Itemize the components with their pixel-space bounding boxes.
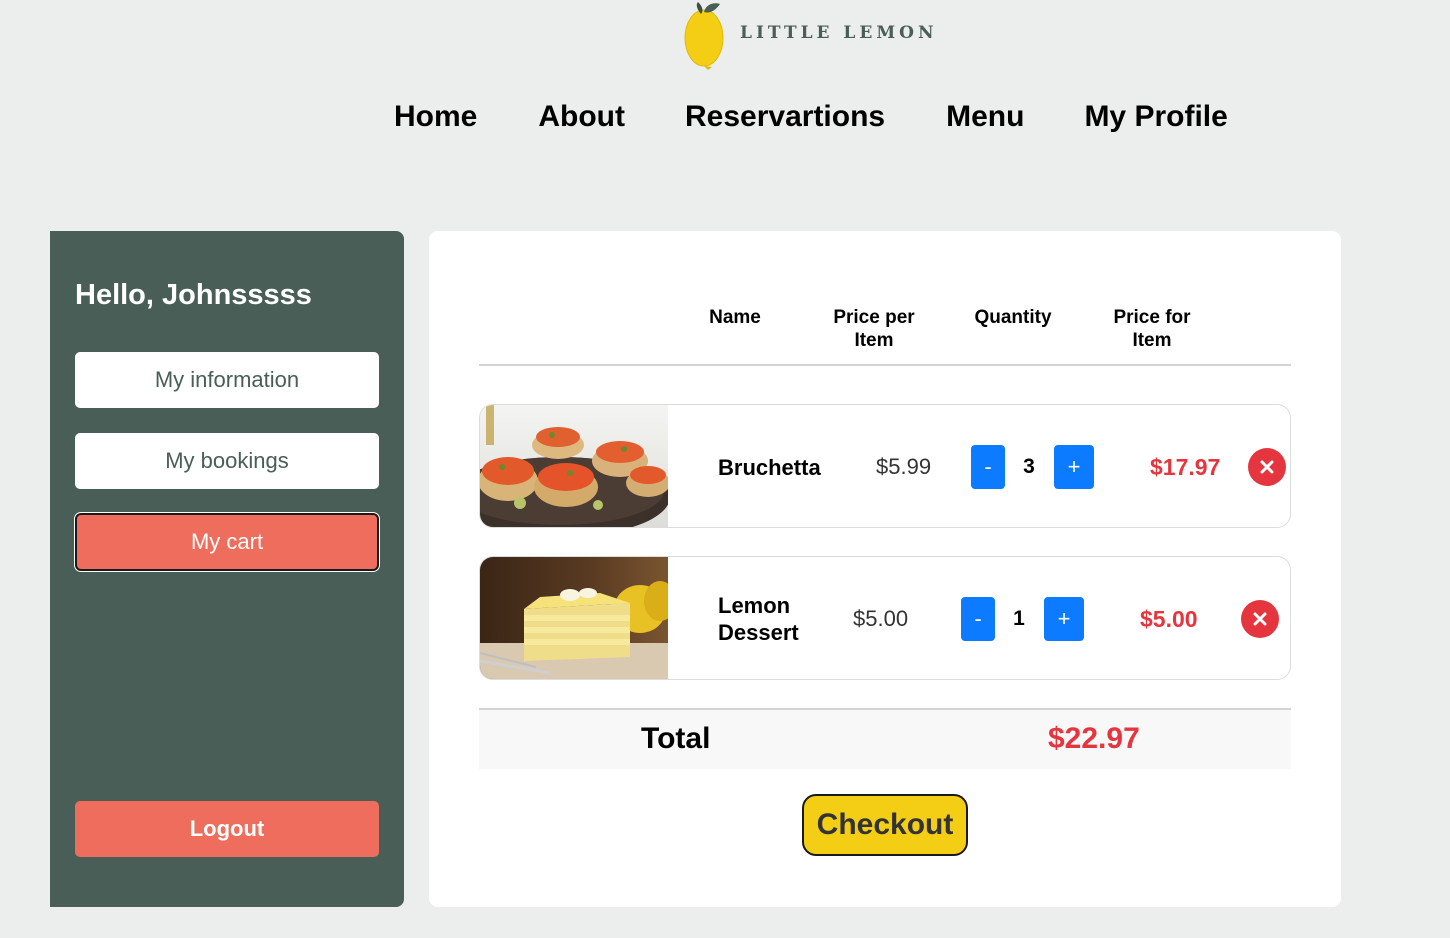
cart-item-row: Bruchetta $5.99 - 3 + $17.97: [479, 404, 1291, 528]
item-name: Bruchetta: [718, 455, 821, 480]
remove-item-button[interactable]: [1241, 600, 1279, 638]
cart-item-row: Lemon Dessert $5.00 - 1 + $5.00: [479, 556, 1291, 680]
nav-about[interactable]: About: [538, 100, 625, 134]
profile-sidebar: Hello, Johnsssss My information My booki…: [50, 231, 404, 907]
cart-total-bar: Total $22.97: [479, 708, 1291, 769]
lemon-icon: [684, 2, 724, 70]
brand-name: LITTLE LEMON: [740, 23, 938, 43]
total-label: Total: [641, 722, 711, 755]
item-unit-price: $5.99: [876, 454, 932, 479]
brand-logo[interactable]: LITTLE LEMON: [682, 0, 938, 72]
greeting-heading: Hello, Johnsssss: [75, 279, 312, 311]
remove-item-button[interactable]: [1248, 448, 1286, 486]
column-header-price-per-item: Price per Item: [833, 307, 915, 351]
close-icon: [1253, 612, 1267, 626]
decrease-quantity-button[interactable]: -: [961, 597, 995, 641]
checkout-button[interactable]: Checkout: [802, 794, 968, 856]
main-nav: Home About Reservartions Menu My Profile: [394, 100, 1228, 134]
column-header-quantity: Quantity: [974, 307, 1052, 328]
item-name: Lemon Dessert: [718, 593, 799, 645]
my-bookings-button[interactable]: My bookings: [75, 433, 379, 489]
lemon-dessert-image: [480, 557, 668, 679]
increase-quantity-button[interactable]: +: [1054, 445, 1094, 489]
line-total: $17.97: [1150, 454, 1221, 480]
nav-home[interactable]: Home: [394, 100, 477, 134]
decrease-quantity-button[interactable]: -: [971, 445, 1005, 489]
total-value: $22.97: [1048, 722, 1140, 755]
header-divider: [479, 364, 1291, 366]
logout-button[interactable]: Logout: [75, 801, 379, 857]
bruschetta-image: [480, 405, 668, 527]
nav-reservations[interactable]: Reservartions: [685, 100, 885, 134]
column-header-name: Name: [709, 307, 761, 328]
column-header-price-for-item: Price for Item: [1113, 307, 1191, 351]
quantity-value: 1: [1013, 607, 1025, 630]
nav-menu[interactable]: Menu: [946, 100, 1024, 134]
quantity-value: 3: [1023, 455, 1035, 478]
my-information-button[interactable]: My information: [75, 352, 379, 408]
close-icon: [1260, 460, 1274, 474]
nav-my-profile[interactable]: My Profile: [1084, 100, 1227, 134]
cart-panel: Name Price per Item Quantity Price for I…: [429, 231, 1341, 907]
line-total: $5.00: [1140, 606, 1198, 632]
increase-quantity-button[interactable]: +: [1044, 597, 1084, 641]
item-unit-price: $5.00: [853, 606, 909, 631]
my-cart-button[interactable]: My cart: [75, 513, 379, 571]
